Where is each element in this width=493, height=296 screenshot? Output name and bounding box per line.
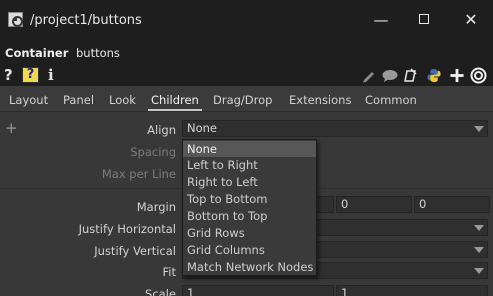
margin-right-field[interactable]: 0 — [336, 196, 412, 213]
justify-vertical-label: Justify Vertical — [94, 244, 176, 258]
chevron-down-icon — [474, 126, 484, 132]
margin-bottom-field[interactable]: 0 — [414, 196, 490, 213]
align-option-right-to-left[interactable]: Right to Left — [187, 175, 258, 189]
chevron-down-icon — [474, 247, 484, 253]
parameter-tabs: Layout Panel Look Children Drag/Drop Ext… — [0, 86, 493, 112]
operator-path-bar: Container buttons — [0, 40, 493, 64]
chevron-down-icon — [474, 225, 484, 231]
app-icon — [8, 12, 23, 27]
title-bar: /project1/buttons — ✕ — [0, 0, 493, 40]
minimize-icon: — — [373, 11, 389, 29]
chevron-down-icon — [474, 268, 484, 274]
window-title: /project1/buttons — [30, 13, 142, 28]
python-help-icon[interactable]: ? — [22, 67, 39, 83]
operator-type-label: Container — [5, 46, 69, 60]
add-icon[interactable] — [449, 68, 465, 83]
info-icon[interactable]: i — [48, 66, 54, 84]
fit-label: Fit — [162, 265, 176, 279]
tab-extensions[interactable]: Extensions — [289, 93, 351, 107]
tab-look[interactable]: Look — [109, 93, 136, 107]
clip-icon[interactable] — [403, 68, 419, 83]
align-option-bottom-to-top[interactable]: Bottom to Top — [187, 209, 267, 223]
tab-drag-drop[interactable]: Drag/Drop — [213, 93, 272, 107]
target-icon[interactable] — [470, 67, 487, 84]
spacing-label: Spacing — [130, 145, 176, 159]
comment-icon[interactable] — [381, 68, 399, 83]
align-menu[interactable]: None — [182, 120, 488, 137]
pencil-icon[interactable] — [361, 68, 377, 83]
align-option-grid-columns[interactable]: Grid Columns — [187, 243, 265, 257]
tab-children[interactable]: Children — [151, 93, 199, 107]
scale-label: Scale — [145, 287, 176, 296]
align-option-top-to-bottom[interactable]: Top to Bottom — [187, 192, 267, 206]
maximize-icon — [419, 14, 429, 24]
align-option-none[interactable]: None — [183, 141, 316, 157]
icon-toolbar: ? ? i — [0, 64, 493, 86]
active-tab-indicator — [148, 109, 202, 111]
align-option-grid-rows[interactable]: Grid Rows — [187, 226, 245, 240]
minimize-button[interactable]: — — [369, 8, 393, 32]
align-value: None — [187, 121, 218, 135]
scale-y-field[interactable]: 1 — [336, 285, 488, 296]
margin-label: Margin — [136, 200, 176, 214]
expand-plus-icon[interactable]: + — [5, 119, 18, 137]
tab-panel[interactable]: Panel — [63, 93, 94, 107]
close-icon: ✕ — [464, 10, 478, 29]
max-per-line-label: Max per Line — [101, 167, 176, 181]
scale-x-field[interactable]: 1 — [182, 285, 334, 296]
help-icon[interactable]: ? — [4, 66, 13, 84]
align-label: Align — [147, 123, 176, 137]
justify-horizontal-label: Justify Horizontal — [78, 222, 176, 236]
align-dropdown-list: None Left to Right Right to Left Top to … — [182, 139, 317, 276]
align-option-match-network-nodes[interactable]: Match Network Nodes — [187, 260, 313, 274]
tab-common[interactable]: Common — [365, 93, 417, 107]
align-option-left-to-right[interactable]: Left to Right — [187, 158, 258, 172]
tab-layout[interactable]: Layout — [9, 93, 48, 107]
python-icon[interactable] — [426, 68, 442, 83]
operator-name-field[interactable]: buttons — [76, 46, 120, 60]
close-button[interactable]: ✕ — [459, 8, 483, 32]
maximize-button[interactable] — [412, 8, 436, 32]
